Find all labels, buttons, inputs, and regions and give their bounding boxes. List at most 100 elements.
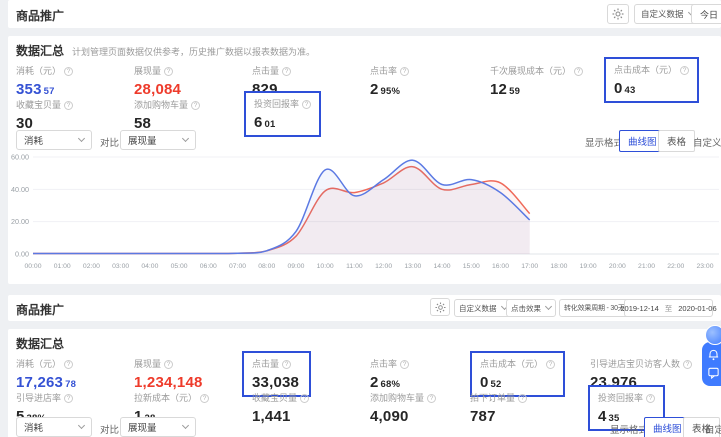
click-effect-dropdown[interactable]: 点击效果 bbox=[506, 299, 556, 317]
svg-text:40.00: 40.00 bbox=[11, 185, 29, 194]
svg-text:20:00: 20:00 bbox=[609, 263, 626, 270]
floating-toolbar bbox=[702, 342, 721, 386]
metric-cost: 消耗（元） 17,26378 bbox=[16, 357, 76, 391]
compare-label: 对比 bbox=[100, 135, 119, 149]
chat-icon[interactable] bbox=[707, 366, 720, 379]
metric-cpm: 千次展现成本（元） 1259 bbox=[490, 64, 583, 98]
summary-chart: 0.00 20.00 40.00 60.00 00:00 01:00 02:00 03:00 0… bbox=[8, 150, 721, 280]
chevron-down-icon bbox=[78, 135, 85, 142]
svg-text:02:00: 02:00 bbox=[83, 263, 100, 270]
date-picker-today[interactable]: 今日 bbox=[691, 4, 721, 24]
chevron-down-icon bbox=[545, 303, 552, 310]
info-icon[interactable] bbox=[546, 360, 555, 369]
settings-button-2[interactable] bbox=[430, 298, 450, 316]
info-icon[interactable] bbox=[282, 360, 291, 369]
info-icon[interactable] bbox=[427, 394, 436, 403]
panel2-summary-card: 数据汇总 消耗（元） 17,26378 展现量 1,234,148 点击量 33… bbox=[8, 329, 721, 437]
chevron-down-icon bbox=[182, 422, 189, 429]
info-icon[interactable] bbox=[680, 66, 689, 75]
panel1-summary-card: 数据汇总 计划管理页面数据仅供参考，历史推广数据以报表数据为准。 消耗（元） 3… bbox=[8, 36, 721, 284]
svg-text:05:00: 05:00 bbox=[171, 263, 188, 270]
svg-text:09:00: 09:00 bbox=[287, 263, 304, 270]
svg-text:12:00: 12:00 bbox=[375, 263, 392, 270]
metric-add-to-cart: 添加购物车量 58 bbox=[134, 98, 200, 132]
custom-data-dropdown-2[interactable]: 自定义数据 bbox=[454, 299, 512, 317]
svg-text:00:00: 00:00 bbox=[24, 263, 41, 270]
metric-select[interactable]: 消耗 bbox=[16, 130, 92, 150]
info-icon[interactable] bbox=[164, 67, 173, 76]
info-icon[interactable] bbox=[64, 101, 73, 110]
info-icon[interactable] bbox=[300, 394, 309, 403]
svg-text:60.00: 60.00 bbox=[11, 153, 29, 162]
metric-cost: 消耗（元） 35357 bbox=[16, 64, 73, 98]
info-icon[interactable] bbox=[302, 100, 311, 109]
svg-text:13:00: 13:00 bbox=[404, 263, 421, 270]
custom-metric-button-2[interactable]: 自定义指标 bbox=[705, 422, 721, 436]
custom-metric-button[interactable]: 自定义指标 bbox=[693, 135, 721, 149]
settings-button[interactable] bbox=[607, 4, 629, 24]
page-title-2: 商品推广 bbox=[16, 301, 64, 318]
section-description: 计划管理页面数据仅供参考，历史推广数据以报表数据为准。 bbox=[72, 45, 315, 58]
svg-text:16:00: 16:00 bbox=[492, 263, 509, 270]
svg-text:15:00: 15:00 bbox=[463, 263, 480, 270]
svg-text:18:00: 18:00 bbox=[550, 263, 567, 270]
info-icon[interactable] bbox=[400, 360, 409, 369]
info-icon[interactable] bbox=[64, 67, 73, 76]
svg-text:11:00: 11:00 bbox=[346, 263, 363, 270]
svg-text:0.00: 0.00 bbox=[15, 250, 29, 259]
compare-select[interactable]: 展现量 bbox=[120, 130, 196, 150]
info-icon[interactable] bbox=[191, 101, 200, 110]
info-icon[interactable] bbox=[164, 360, 173, 369]
metric-ctr: 点击率 268% bbox=[370, 357, 409, 391]
svg-text:10:00: 10:00 bbox=[317, 263, 334, 270]
svg-text:06:00: 06:00 bbox=[200, 263, 217, 270]
section-title: 数据汇总 bbox=[16, 42, 64, 59]
svg-text:21:00: 21:00 bbox=[638, 263, 655, 270]
gear-icon bbox=[435, 302, 446, 313]
metric-select-2[interactable]: 消耗 bbox=[16, 417, 92, 437]
info-icon[interactable] bbox=[400, 67, 409, 76]
chevron-down-icon bbox=[78, 422, 85, 429]
svg-text:08:00: 08:00 bbox=[258, 263, 275, 270]
info-icon[interactable] bbox=[64, 394, 73, 403]
svg-text:04:00: 04:00 bbox=[141, 263, 158, 270]
compare-select-2[interactable]: 展现量 bbox=[120, 417, 196, 437]
svg-text:01:00: 01:00 bbox=[54, 263, 71, 270]
metric-cpc-highlighted: 点击成本（元） 043 bbox=[604, 57, 699, 103]
svg-text:19:00: 19:00 bbox=[580, 263, 597, 270]
page-title: 商品推广 bbox=[16, 7, 64, 24]
info-icon[interactable] bbox=[518, 394, 527, 403]
svg-text:23:00: 23:00 bbox=[696, 263, 713, 270]
metric-roi-highlighted: 投资回报率 601 bbox=[244, 91, 321, 137]
info-icon[interactable] bbox=[683, 360, 692, 369]
assistant-avatar[interactable] bbox=[705, 325, 721, 345]
svg-text:14:00: 14:00 bbox=[434, 263, 451, 270]
svg-text:03:00: 03:00 bbox=[112, 263, 129, 270]
info-icon[interactable] bbox=[282, 67, 291, 76]
metric-favorites: 收藏宝贝量 1,441 bbox=[252, 391, 309, 425]
metric-add-to-cart: 添加购物车量 4,090 bbox=[370, 391, 436, 425]
chevron-down-icon bbox=[182, 135, 189, 142]
metric-orders: 拍下订单量 787 bbox=[470, 391, 527, 425]
info-icon[interactable] bbox=[574, 67, 583, 76]
metric-ctr: 点击率 295% bbox=[370, 64, 409, 98]
gear-icon bbox=[612, 8, 624, 20]
view-table-button[interactable]: 表格 bbox=[658, 130, 695, 152]
ad-dashboard: { "colors": { "accent_blue": "#2e4fd8", … bbox=[0, 0, 721, 437]
svg-text:20.00: 20.00 bbox=[11, 217, 29, 226]
section-title-2: 数据汇总 bbox=[16, 335, 64, 352]
svg-text:07:00: 07:00 bbox=[229, 263, 246, 270]
date-range-picker[interactable]: 2019-12-14 至 2020-01-06 bbox=[624, 299, 713, 317]
notification-bell-icon[interactable] bbox=[707, 349, 720, 362]
info-icon[interactable] bbox=[64, 360, 73, 369]
metric-favorites: 收藏宝贝量 30 bbox=[16, 98, 73, 132]
info-icon[interactable] bbox=[646, 394, 655, 403]
panel2-header: 商品推广 自定义数据 点击效果 转化效果周期 - 30天 2019-12-14 … bbox=[8, 295, 721, 321]
compare-label-2: 对比 bbox=[100, 422, 119, 436]
info-icon[interactable] bbox=[200, 394, 209, 403]
metric-impressions: 展现量 1,234,148 bbox=[134, 357, 205, 391]
svg-text:17:00: 17:00 bbox=[521, 263, 538, 270]
svg-text:22:00: 22:00 bbox=[667, 263, 684, 270]
metric-impressions: 展现量 28,084 bbox=[134, 64, 183, 98]
panel1-header: 商品推广 自定义数据 今日 bbox=[8, 0, 721, 28]
